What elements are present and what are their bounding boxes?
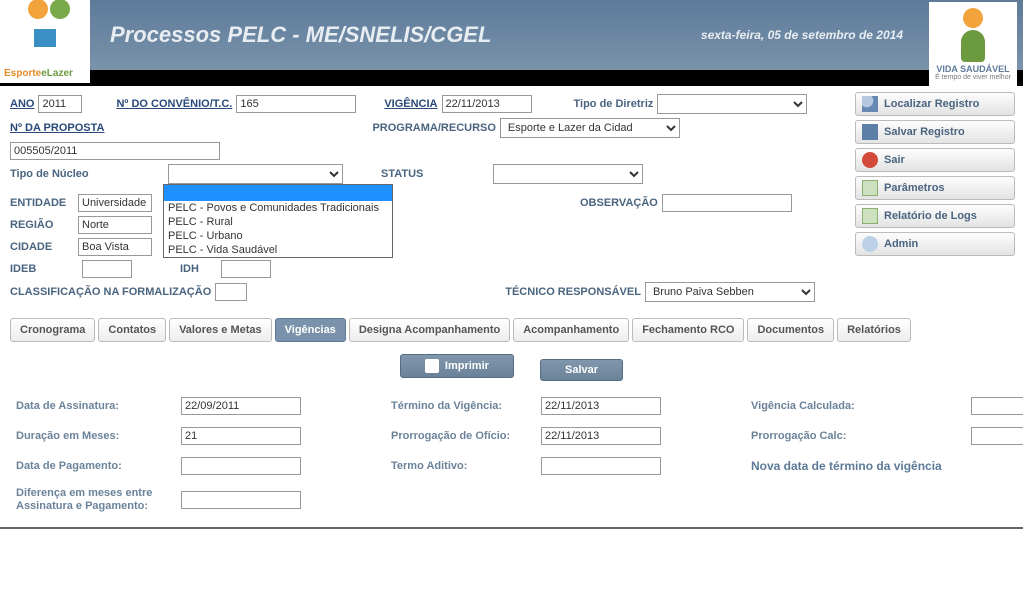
tab-relatorios[interactable]: Relatórios [837,318,911,342]
proposta-input[interactable] [10,142,220,160]
ideb-input[interactable] [82,260,132,278]
classificacao-input[interactable] [215,283,247,301]
salvar-registro-button[interactable]: Salvar Registro [855,120,1015,144]
tab-documentos[interactable]: Documentos [747,318,834,342]
search-icon [862,96,878,112]
cidade-label: CIDADE [10,241,74,253]
tecnico-label: TÉCNICO RESPONSÁVEL [505,286,641,298]
admin-icon [862,236,878,252]
vigencias-detail: Data de Assinatura: Término da Vigência:… [10,397,1013,513]
tab-designa-acompanhamento[interactable]: Designa Acompanhamento [349,318,510,342]
localizar-registro-button[interactable]: Localizar Registro [855,92,1015,116]
assinatura-input[interactable] [181,397,301,415]
idh-input[interactable] [221,260,271,278]
tab-fechamento-rco[interactable]: Fechamento RCO [632,318,744,342]
termo-aditivo-label: Termo Aditivo: [391,460,541,472]
termino-label: Término da Vigência: [391,400,541,412]
regiao-label: REGIÃO [10,219,74,231]
logo-esporte-lazer: EsporteeLazer [0,0,90,83]
tab-contatos[interactable]: Contatos [98,318,166,342]
relatorio-logs-button[interactable]: Relatório de Logs [855,204,1015,228]
idh-label: IDH [180,263,199,275]
page-title: Processos PELC - ME/SNELIS/CGEL [110,22,491,48]
form-area: Localizar Registro Salvar Registro Sair … [0,86,1023,529]
ano-label[interactable]: ANO [10,98,34,110]
termo-aditivo-input[interactable] [541,457,661,475]
convenio-input[interactable] [236,95,356,113]
prorrog-calc-label: Prorrogação Calc: [751,430,971,442]
nucleo-option-1[interactable]: PELC - Povos e Comunidades Tradicionais [164,201,392,215]
log-icon [862,208,878,224]
action-row: Imprimir Salvar [10,354,1013,381]
vigencia-label[interactable]: VIGÊNCIA [384,98,437,110]
save-icon [862,124,878,140]
entidade-label: ENTIDADE [10,197,74,209]
programa-label: PROGRAMA/RECURSO [372,122,495,134]
nova-data-label: Nova data de término da vigência [751,459,1023,473]
black-divider [0,70,1023,86]
duracao-input[interactable] [181,427,301,445]
nucleo-option-3[interactable]: PELC - Urbano [164,229,392,243]
regiao-input[interactable] [78,216,152,234]
programa-select[interactable]: Esporte e Lazer da Cidad [500,118,680,138]
prorrog-oficio-input[interactable] [541,427,661,445]
prorrog-calc-input[interactable] [971,427,1023,445]
nucleo-option-blank[interactable] [164,185,392,201]
diferenca-input[interactable] [181,491,301,509]
imprimir-button[interactable]: Imprimir [400,354,514,378]
nucleo-option-2[interactable]: PELC - Rural [164,215,392,229]
diretriz-select[interactable] [657,94,807,114]
cidade-input[interactable] [78,238,152,256]
salvar-button[interactable]: Salvar [540,359,623,381]
diferenca-label: Diferença em meses entre Assinatura e Pa… [16,487,181,513]
convenio-label[interactable]: Nº DO CONVÊNIO/T.C. [116,98,232,110]
tab-vigencias[interactable]: Vigências [275,318,346,342]
tab-acompanhamento[interactable]: Acompanhamento [513,318,629,342]
prorrog-oficio-label: Prorrogação de Ofício: [391,430,541,442]
vigcalc-input[interactable] [971,397,1023,415]
tabs: Cronograma Contatos Valores e Metas Vigê… [10,318,1013,342]
tab-cronograma[interactable]: Cronograma [10,318,95,342]
printer-icon [425,359,439,373]
app-header: EsporteeLazer Processos PELC - ME/SNELIS… [0,0,1023,70]
diretriz-label: Tipo de Diretriz [574,98,654,110]
status-select[interactable] [493,164,643,184]
ano-input[interactable] [38,95,82,113]
nucleo-dropdown-open: PELC - Povos e Comunidades Tradicionais … [163,184,393,258]
ideb-label: IDEB [10,263,44,275]
proposta-label[interactable]: Nº DA PROPOSTA [10,122,104,134]
classificacao-label: CLASSIFICAÇÃO NA FORMALIZAÇÃO [10,286,211,298]
admin-button[interactable]: Admin [855,232,1015,256]
observacao-label: OBSERVAÇÃO [580,197,658,209]
assinatura-label: Data de Assinatura: [16,400,181,412]
nucleo-option-4[interactable]: PELC - Vida Saudável [164,243,392,257]
vigcalc-label: Vigência Calculada: [751,400,971,412]
pagamento-label: Data de Pagamento: [16,460,181,472]
tab-valores-metas[interactable]: Valores e Metas [169,318,272,342]
nucleo-label: Tipo de Núcleo [10,168,110,180]
entidade-input[interactable] [78,194,152,212]
termino-input[interactable] [541,397,661,415]
nucleo-select[interactable] [168,164,343,184]
vigencia-input[interactable] [442,95,532,113]
duracao-label: Duração em Meses: [16,430,181,442]
observacao-input[interactable] [662,194,792,212]
status-label: STATUS [381,168,423,180]
logo-vida-saudavel: VIDA SAUDÁVEL É tempo de viver melhor [929,2,1017,86]
header-date: sexta-feira, 05 de setembro de 2014 [701,28,903,42]
tecnico-select[interactable]: Bruno Paiva Sebben [645,282,815,302]
pagamento-input[interactable] [181,457,301,475]
